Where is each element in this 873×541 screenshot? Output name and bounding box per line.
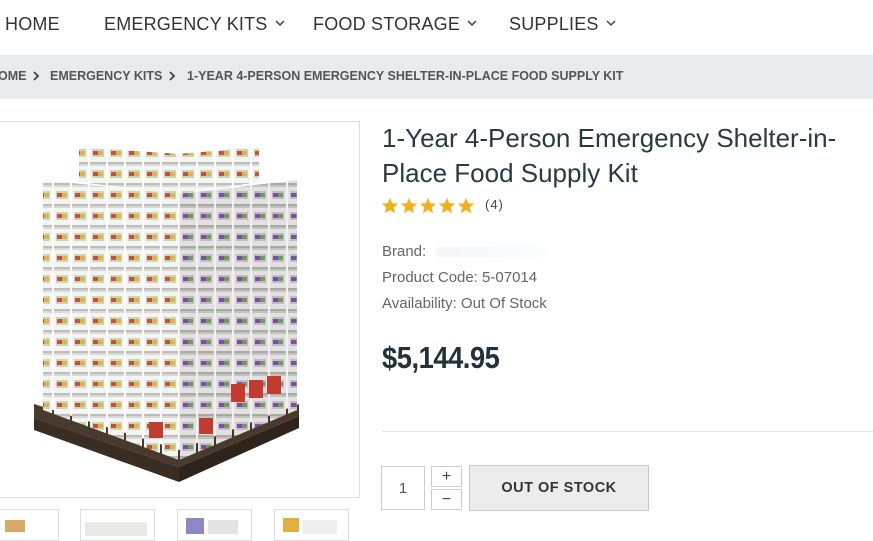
thumbnail-image: [5, 520, 25, 532]
chevron-right-icon: [33, 71, 40, 81]
product-code: Product Code: 5-07014: [382, 269, 538, 286]
star-icon: [457, 197, 475, 214]
out-of-stock-button[interactable]: OUT OF STOCK: [469, 465, 649, 511]
breadcrumb-current: 1-YEAR 4-PERSON EMERGENCY SHELTER-IN-PLA…: [187, 69, 624, 83]
breadcrumb: OME EMERGENCY KITS 1-YEAR 4-PERSON EMERG…: [0, 55, 873, 99]
brand-value-redacted: [436, 247, 547, 258]
brand-label: Brand:: [382, 243, 427, 260]
breadcrumb-home[interactable]: OME: [0, 69, 26, 83]
product-image: [34, 147, 299, 482]
chevron-down-icon: [606, 20, 616, 27]
star-rating[interactable]: [381, 197, 476, 217]
product-title: 1-Year 4-Person Emergency Shelter-in-Pla…: [382, 123, 837, 188]
chevron-down-icon: [467, 20, 477, 27]
nav-emergency-kits[interactable]: EMERGENCY KITS: [104, 14, 286, 35]
star-icon: [400, 197, 418, 214]
product-image-frame[interactable]: [0, 121, 360, 498]
nav-supplies-label: SUPPLIES: [509, 14, 599, 34]
brand-line: Brand:: [382, 243, 547, 260]
thumbnail[interactable]: [177, 509, 252, 541]
thumbnail-image: [85, 522, 147, 536]
nav-emergency-kits-label: EMERGENCY KITS: [104, 14, 268, 34]
thumbnail[interactable]: [80, 509, 155, 541]
nav-food-storage[interactable]: FOOD STORAGE: [313, 14, 478, 35]
thumbnail-image: [186, 518, 204, 534]
quantity-input[interactable]: [381, 466, 425, 510]
divider: [382, 431, 873, 432]
nav-food-storage-label: FOOD STORAGE: [313, 14, 461, 34]
product-price: $5,144.95: [382, 340, 500, 375]
thumbnail[interactable]: [274, 509, 349, 541]
quantity-increment-button[interactable]: +: [431, 466, 462, 487]
breadcrumb-emergency-kits[interactable]: EMERGENCY KITS: [50, 69, 162, 83]
nav-supplies[interactable]: SUPPLIES: [509, 14, 617, 35]
star-icon: [438, 197, 456, 214]
thumbnail[interactable]: [0, 509, 59, 541]
star-icon: [419, 197, 437, 214]
thumbnail-image: [283, 518, 299, 532]
nav-home-label: HOME: [5, 14, 60, 34]
nav-home[interactable]: HOME: [5, 14, 60, 35]
top-navigation: HOME EMERGENCY KITS FOOD STORAGE SUPPLIE…: [0, 0, 873, 55]
chevron-down-icon: [274, 20, 285, 27]
chevron-right-icon: [169, 71, 176, 81]
review-count-link[interactable]: (4): [485, 197, 504, 212]
availability: Availability: Out Of Stock: [382, 295, 547, 312]
quantity-decrement-button[interactable]: −: [431, 489, 462, 510]
star-icon: [381, 197, 399, 214]
